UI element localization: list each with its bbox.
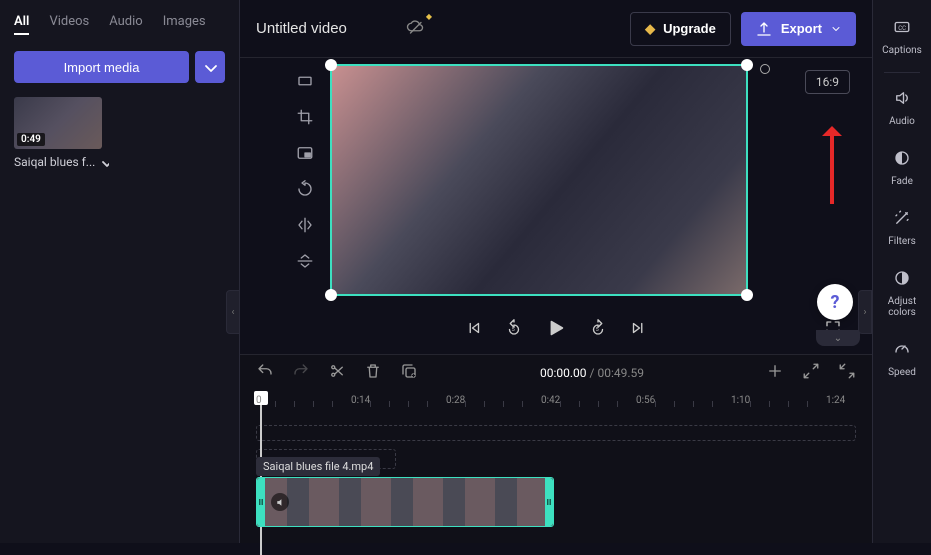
cloud-sync-icon[interactable]: ◆ (406, 18, 424, 40)
add-track-button[interactable] (766, 362, 784, 384)
clip-duration-badge: 0:49 (17, 133, 45, 146)
adjust-colors-tool[interactable]: Adjust colors (873, 261, 931, 326)
chevron-down-icon (201, 58, 219, 76)
tab-images[interactable]: Images (163, 14, 206, 35)
play-button[interactable] (545, 317, 567, 343)
import-media-dropdown[interactable] (195, 51, 225, 83)
timeline-clip[interactable]: II II (256, 477, 554, 527)
ruler-tick: 1:24 (826, 395, 845, 406)
timeline-toolbar: 00:00.00 / 00:49.59 (240, 355, 872, 391)
media-item[interactable]: 0:49 Saiqal blues f... (14, 97, 109, 169)
zoom-in-button[interactable] (838, 362, 856, 384)
collapse-right-panel-button[interactable]: › (858, 290, 872, 334)
ruler-tick: 0:28 (446, 395, 465, 406)
ruler-tick: 0:14 (351, 395, 370, 406)
diamond-icon: ◆ (645, 21, 655, 37)
upgrade-label: Upgrade (663, 21, 716, 36)
fit-icon[interactable] (296, 72, 314, 90)
import-media-button[interactable]: Import media (14, 51, 189, 83)
fade-tool[interactable]: Fade (873, 141, 931, 195)
crop-icon[interactable] (296, 108, 314, 126)
clip-tooltip: Saiqal blues file 4.mp4 (256, 457, 380, 476)
wand-icon (873, 209, 931, 232)
clip-volume-icon[interactable] (271, 493, 289, 511)
rotate-handle[interactable] (760, 64, 770, 74)
upload-icon (755, 20, 773, 38)
help-button[interactable]: ? (817, 284, 853, 320)
media-item-name: Saiqal blues f... (14, 155, 95, 169)
duplicate-button[interactable] (400, 362, 418, 384)
chevron-down-icon[interactable] (99, 156, 109, 168)
export-button[interactable]: Export (741, 12, 856, 46)
timeline-timecode: 00:00.00 / 00:49.59 (540, 366, 644, 380)
speaker-icon (873, 89, 931, 112)
skip-back-button[interactable] (465, 319, 483, 341)
speedometer-icon (873, 340, 931, 363)
playbar: 5 5 (240, 305, 872, 355)
chevron-down-icon (830, 23, 842, 35)
redo-button[interactable] (292, 362, 310, 384)
contrast-icon (873, 269, 931, 292)
tab-audio[interactable]: Audio (109, 14, 142, 35)
ruler-tick: 0:42 (541, 395, 560, 406)
svg-text:5: 5 (512, 327, 515, 333)
undo-button[interactable] (256, 362, 274, 384)
top-bar: ◆ ◆ Upgrade Export (240, 0, 872, 58)
premium-gem-icon: ◆ (426, 12, 432, 21)
timeline: 00:00.00 / 00:49.59 0 0:14 0:28 0:42 0:56 1:1… (240, 354, 872, 543)
filters-tool[interactable]: Filters (873, 201, 931, 255)
flip-horizontal-icon[interactable] (296, 216, 314, 234)
delete-button[interactable] (364, 362, 382, 384)
tab-all[interactable]: All (14, 14, 29, 35)
ruler-tick: 0 (256, 395, 262, 406)
right-sidebar: CC Captions Audio Fade Filters Adjust co… (872, 0, 931, 543)
fade-icon (873, 149, 931, 172)
resize-handle[interactable] (325, 59, 337, 71)
flip-vertical-icon[interactable] (296, 252, 314, 270)
empty-track[interactable] (256, 425, 856, 441)
rewind-5-button[interactable]: 5 (505, 319, 523, 341)
project-title-input[interactable] (256, 20, 396, 37)
svg-text:CC: CC (898, 25, 906, 32)
svg-text:5: 5 (596, 327, 599, 333)
preview-canvas[interactable] (330, 64, 748, 296)
rotate-icon[interactable] (296, 180, 314, 198)
expand-drawer-button[interactable]: ⌄ (816, 330, 860, 346)
media-thumbnail: 0:49 (14, 97, 102, 149)
aspect-ratio-button[interactable]: 16:9 (805, 70, 850, 94)
ruler-tick: 1:10 (731, 395, 750, 406)
resize-handle[interactable] (741, 59, 753, 71)
media-panel: All Videos Audio Images Import media 0:4… (0, 0, 240, 543)
captions-icon: CC (873, 18, 931, 41)
preview-tools (296, 72, 314, 270)
forward-5-button[interactable]: 5 (589, 319, 607, 341)
ruler-tick: 0:56 (636, 395, 655, 406)
zoom-out-button[interactable] (802, 362, 820, 384)
collapse-left-panel-button[interactable]: ‹ (226, 290, 240, 334)
captions-tool[interactable]: CC Captions (873, 10, 931, 64)
tab-videos[interactable]: Videos (49, 14, 89, 35)
media-tabs: All Videos Audio Images (14, 8, 225, 45)
annotation-arrow (830, 130, 834, 204)
resize-handle[interactable] (741, 289, 753, 301)
resize-handle[interactable] (325, 289, 337, 301)
upgrade-button[interactable]: ◆ Upgrade (630, 12, 731, 46)
speed-tool[interactable]: Speed (873, 332, 931, 386)
clip-trim-left[interactable]: II (257, 478, 265, 526)
export-label: Export (781, 21, 822, 36)
timeline-ruler[interactable]: 0 0:14 0:28 0:42 0:56 1:10 1:24 (240, 391, 872, 417)
audio-tool[interactable]: Audio (873, 81, 931, 135)
skip-forward-button[interactable] (629, 319, 647, 341)
pip-icon[interactable] (296, 144, 314, 162)
split-button[interactable] (328, 362, 346, 384)
clip-trim-right[interactable]: II (545, 478, 553, 526)
